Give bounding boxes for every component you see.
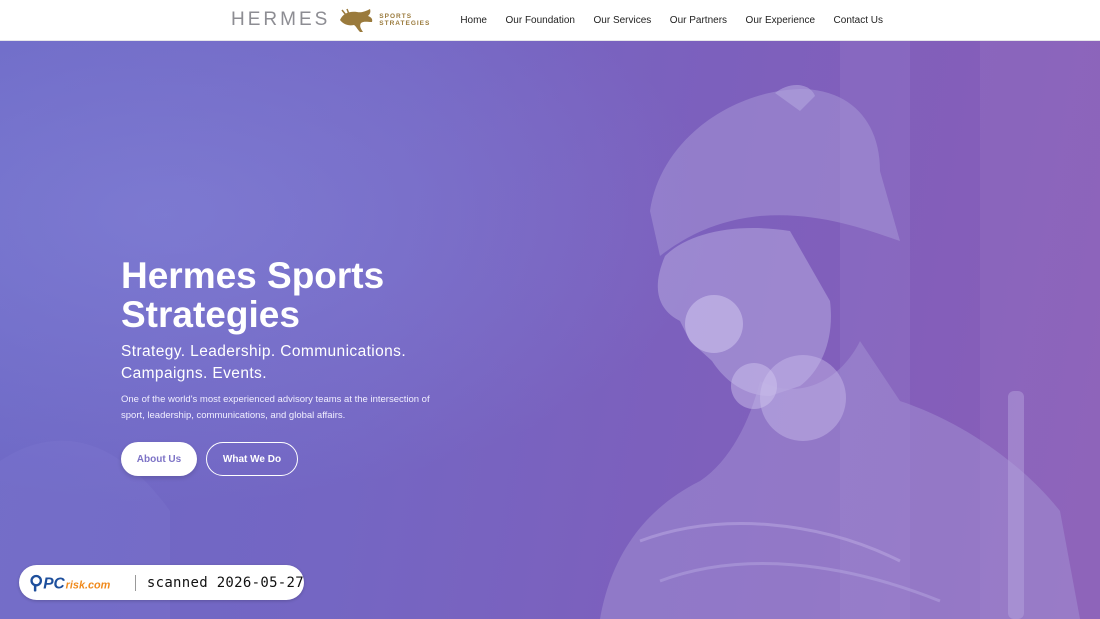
scan-badge: PC risk.com scanned 2026-05-27: [19, 565, 304, 600]
main-nav: Home Our Foundation Our Services Our Par…: [442, 0, 883, 40]
nav-home[interactable]: Home: [460, 15, 487, 26]
logo-tag-strategies: STRATEGIES: [379, 20, 431, 27]
nav-our-partners[interactable]: Our Partners: [670, 15, 727, 26]
nav-contact-us[interactable]: Contact Us: [834, 15, 883, 26]
nav-our-experience[interactable]: Our Experience: [746, 15, 815, 26]
badge-divider: [135, 574, 136, 591]
site-logo[interactable]: HERMES SPORTS STRATEGIES: [231, 6, 430, 34]
pcrisk-logo: PC risk.com: [30, 574, 111, 592]
nav-our-services[interactable]: Our Services: [594, 15, 652, 26]
what-we-do-button[interactable]: What We Do: [206, 442, 298, 476]
hero-description: One of the world's most experienced advi…: [121, 394, 430, 421]
hero-section: Hermes Sports Strategies Strategy. Leade…: [0, 41, 1100, 619]
logo-tagline: SPORTS STRATEGIES: [379, 13, 430, 27]
pcrisk-magnifier-icon: [30, 574, 43, 592]
logo-wordmark: HERMES: [231, 9, 331, 30]
hero-tagline: Strategy. Leadership. Communications. Ca…: [121, 343, 407, 382]
hermes-horse-logo-icon: [340, 8, 373, 32]
hero-title: Hermes Sports Strategies: [121, 255, 385, 335]
svg-text:risk.com: risk.com: [66, 579, 111, 591]
svg-text:PC: PC: [43, 575, 65, 592]
badge-scan-text: scanned 2026-05-27: [146, 574, 304, 591]
site-header: HERMES SPORTS STRATEGIES Home Our Founda…: [0, 0, 1100, 41]
nav-our-foundation[interactable]: Our Foundation: [506, 15, 576, 26]
about-us-button[interactable]: About Us: [121, 442, 197, 476]
logo-tag-sports: SPORTS: [379, 13, 413, 20]
